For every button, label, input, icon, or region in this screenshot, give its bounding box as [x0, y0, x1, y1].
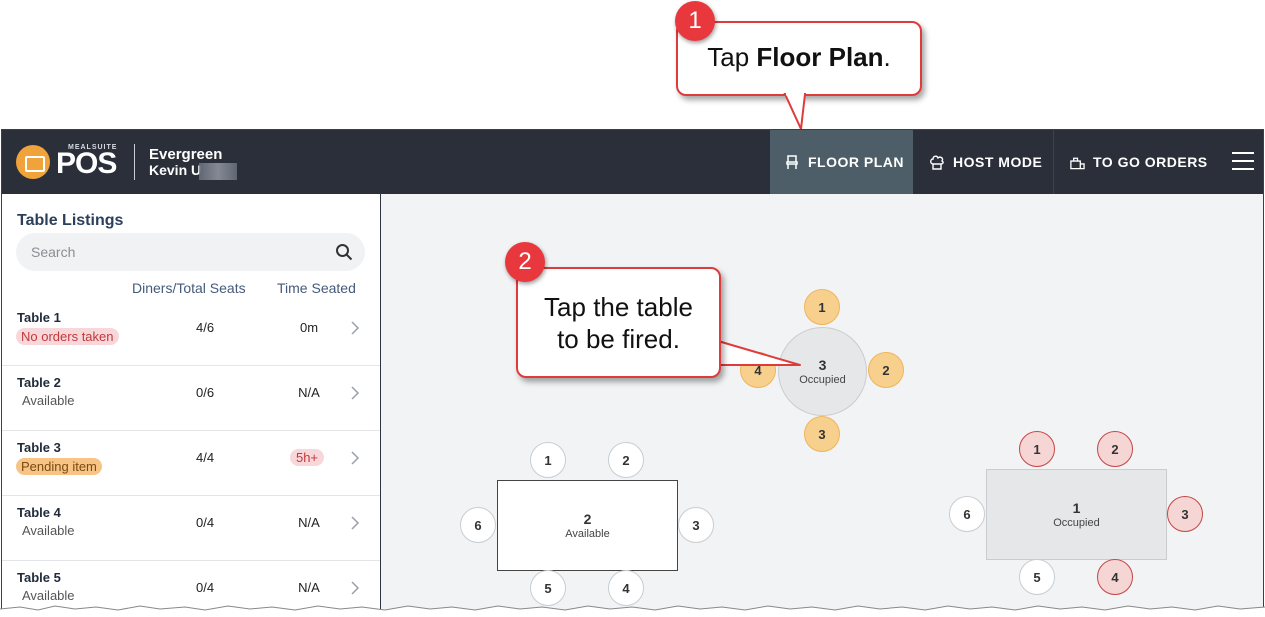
chef-hat-icon — [929, 154, 945, 170]
seat-2[interactable]: 2 — [1097, 431, 1133, 467]
time-seated: N/A — [298, 515, 320, 530]
logo-text: POS — [56, 147, 117, 180]
seat-2[interactable]: 2 — [608, 442, 644, 478]
logo-card-icon — [16, 145, 50, 179]
diners-count: 0/4 — [196, 580, 215, 595]
diners-count: 4/6 — [196, 320, 215, 335]
status-text: Available — [22, 393, 75, 408]
callout-2-line-2: to be fired. — [557, 324, 680, 354]
floor-plan-button[interactable]: FLOOR PLAN — [770, 130, 913, 194]
callout-1-text-pre: Tap — [707, 42, 757, 72]
table-listings-panel: Table Listings Search Diners/Total Seats… — [2, 194, 381, 616]
time-seated: 0m — [299, 320, 319, 335]
chair-icon — [784, 154, 800, 170]
torn-edge — [0, 605, 1265, 617]
diners-count: 4/4 — [196, 450, 215, 465]
floor-table-status: Available — [565, 528, 610, 540]
floor-table-number: 3 — [818, 357, 827, 373]
callout-1-text-post: . — [883, 42, 891, 72]
to-go-orders-label: TO GO ORDERS — [1093, 154, 1208, 170]
table-listings-title: Table Listings — [17, 212, 124, 229]
floor-table-number: 2 — [583, 511, 592, 527]
column-header-time-seated: Time Seated — [277, 280, 356, 296]
status-badge: No orders taken — [16, 328, 119, 345]
callout-floor-plan: Tap Floor Plan. — [676, 21, 922, 96]
logo-divider — [134, 144, 135, 180]
seat-4[interactable]: 4 — [1097, 559, 1133, 595]
user-name-redaction — [199, 163, 237, 180]
table-row-name: Table 4 — [17, 505, 61, 520]
search-icon[interactable] — [335, 243, 353, 261]
table-row-name: Table 5 — [17, 570, 61, 585]
hamburger-menu-icon[interactable] — [1232, 152, 1254, 172]
status-text: Available — [22, 523, 75, 538]
seat-1[interactable]: 1 — [1019, 431, 1055, 467]
seat-3[interactable]: 3 — [804, 416, 840, 452]
time-seated: N/A — [298, 580, 320, 595]
table-row-name: Table 1 — [17, 310, 61, 325]
host-mode-button[interactable]: HOST MODE — [913, 130, 1054, 194]
callout-tap-table: Tap the table to be fired. — [516, 267, 721, 378]
seat-6[interactable]: 6 — [949, 496, 985, 532]
chevron-right-icon — [351, 581, 360, 595]
callout-1-pointer — [783, 92, 807, 133]
seat-6[interactable]: 6 — [460, 507, 496, 543]
chevron-right-icon — [351, 451, 360, 465]
diners-count: 0/6 — [196, 385, 215, 400]
diners-count: 0/4 — [196, 515, 215, 530]
chevron-right-icon — [351, 516, 360, 530]
table-row[interactable]: Table 4 Available 0/4 N/A — [2, 496, 380, 561]
column-header-diners: Diners/Total Seats — [132, 280, 246, 296]
table-row[interactable]: Table 2 Available 0/6 N/A — [2, 366, 380, 431]
mealsuite-pos-logo: MEALSUITE POS — [16, 144, 120, 180]
floor-table-number: 1 — [1072, 500, 1081, 516]
user-name: Kevin U — [149, 162, 202, 178]
seat-3[interactable]: 3 — [678, 507, 714, 543]
callout-1-text-bold: Floor Plan — [756, 42, 884, 72]
host-mode-label: HOST MODE — [953, 154, 1043, 170]
floor-table-status: Occupied — [1053, 517, 1100, 529]
seat-3[interactable]: 3 — [1167, 496, 1203, 532]
status-badge: Pending item — [16, 458, 102, 475]
chevron-right-icon — [351, 386, 360, 400]
stage: Tap Floor Plan. 1 MEALSUITE POS Evergree… — [0, 0, 1265, 617]
table-row-name: Table 2 — [17, 375, 61, 390]
seat-1[interactable]: 1 — [530, 442, 566, 478]
facility-name: Evergreen — [149, 146, 223, 163]
step-2-badge: 2 — [505, 242, 545, 282]
callout-2-line-1: Tap the table — [544, 292, 693, 322]
seat-2[interactable]: 2 — [868, 352, 904, 388]
chevron-right-icon — [351, 321, 360, 335]
takeout-bag-icon — [1069, 154, 1085, 170]
table-row-name: Table 3 — [17, 440, 61, 455]
floor-plan-label: FLOOR PLAN — [808, 154, 904, 170]
step-1-badge: 1 — [675, 1, 715, 41]
top-bar: MEALSUITE POS Evergreen Kevin U FLOOR PL… — [2, 130, 1263, 194]
search-placeholder: Search — [31, 244, 76, 260]
floor-table-status: Occupied — [799, 374, 846, 386]
floor-table-1[interactable]: 1 Occupied — [986, 469, 1167, 560]
to-go-orders-button[interactable]: TO GO ORDERS — [1055, 130, 1220, 194]
time-seated-badge: 5h+ — [290, 449, 324, 466]
seat-1[interactable]: 1 — [804, 289, 840, 325]
search-input[interactable]: Search — [16, 233, 365, 271]
floor-table-2[interactable]: 2 Available — [497, 480, 678, 571]
seat-5[interactable]: 5 — [1019, 559, 1055, 595]
table-row[interactable]: Table 3 Pending item 4/4 5h+ — [2, 431, 380, 496]
table-row[interactable]: Table 1 No orders taken 4/6 0m — [2, 301, 380, 366]
time-seated: N/A — [298, 385, 320, 400]
